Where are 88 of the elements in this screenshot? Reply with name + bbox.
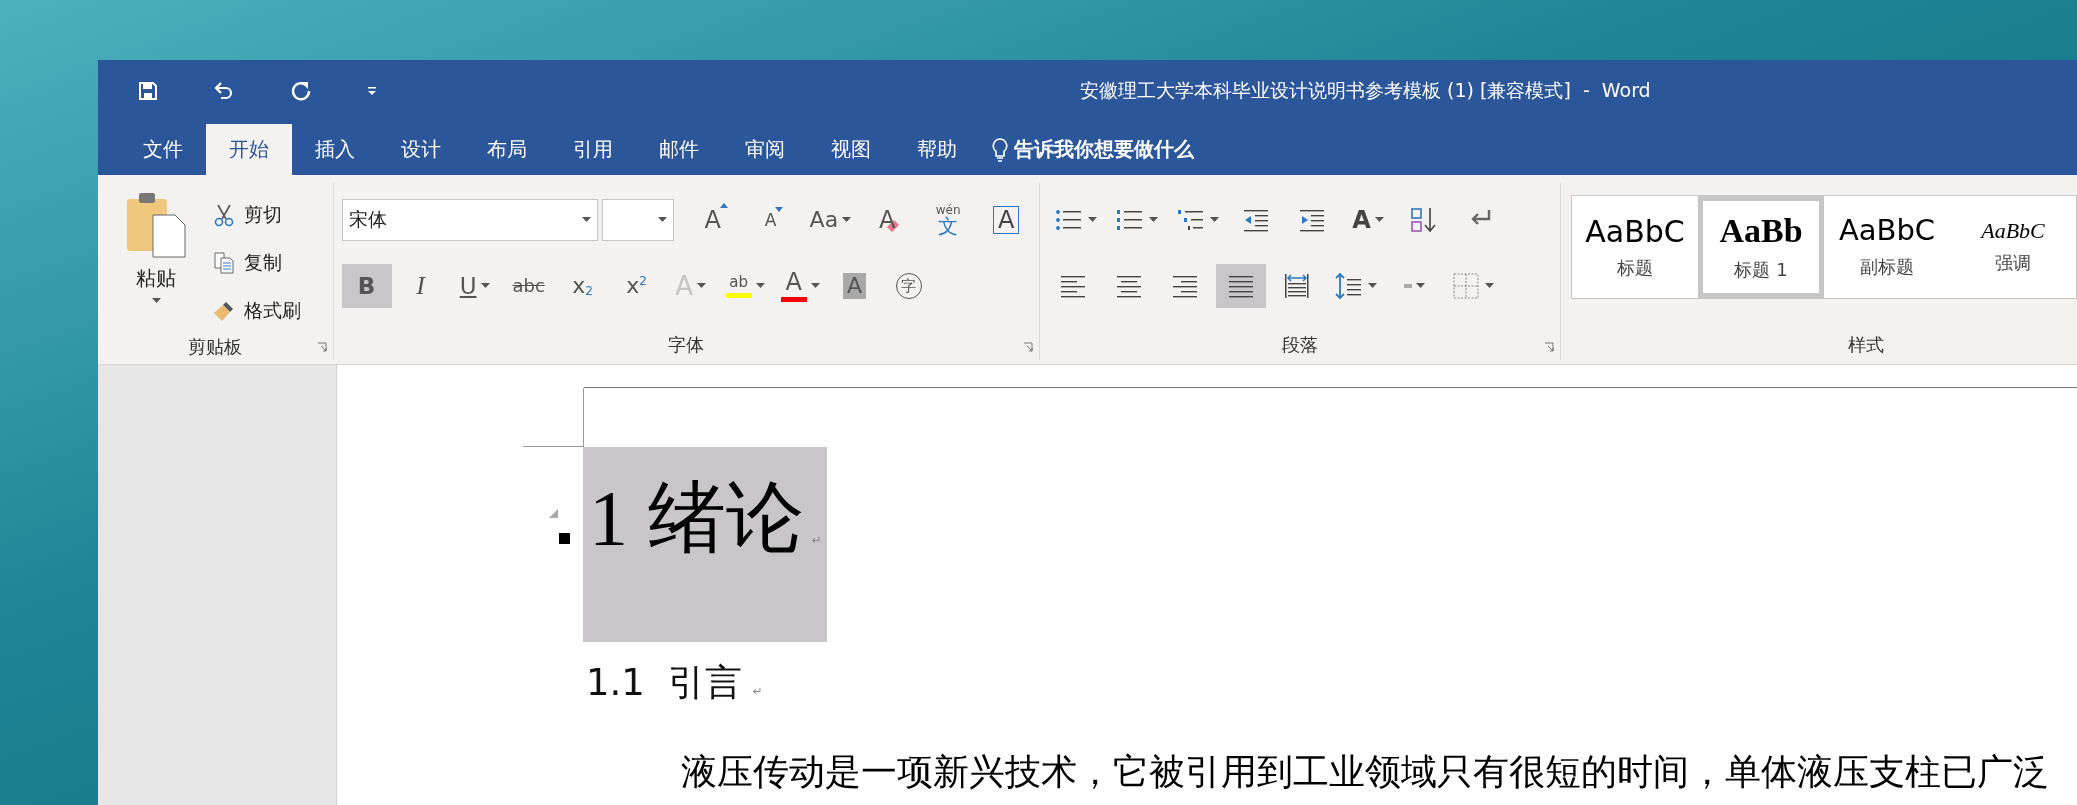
paragraph-mark: ↵	[811, 533, 822, 547]
borders-icon	[1451, 271, 1482, 301]
shrink-button[interactable]: A	[745, 198, 796, 242]
copy-icon	[212, 251, 236, 275]
bold-button[interactable]: B	[341, 264, 392, 308]
group-label: 段落	[1281, 333, 1320, 357]
caret-icon	[1210, 217, 1220, 223]
caret-icon	[1485, 283, 1495, 289]
style-option[interactable]: AaBbC 强调	[1950, 196, 2076, 298]
ribbon-tab[interactable]: 开始	[206, 124, 292, 175]
group-label: 字体	[667, 333, 706, 357]
style-name: 副标题	[1860, 254, 1914, 279]
caret-icon	[581, 217, 591, 223]
clipboard-icon	[125, 191, 187, 259]
style-option[interactable]: AaBbC 副标题	[1824, 196, 1950, 298]
heading-text: 1 绪论	[589, 475, 804, 561]
paragraph-mark: ↵	[752, 684, 763, 698]
font-color-button[interactable]: A	[774, 264, 826, 308]
paste-button[interactable]: 粘贴	[116, 187, 196, 333]
dialog-launcher-icon[interactable]	[1544, 342, 1554, 352]
caret-icon	[1088, 217, 1098, 223]
subscript-button[interactable]: x2	[557, 264, 608, 308]
style-preview: AaBbC	[1981, 218, 2045, 244]
cut-button[interactable]: 剪切	[206, 193, 307, 237]
case-button[interactable]: Aa	[803, 198, 858, 242]
subheading-text: 1.1 引言	[586, 660, 743, 706]
justify-button[interactable]	[1216, 264, 1267, 308]
list-marker-icon	[559, 533, 570, 544]
ribbon-tab[interactable]: 设计	[378, 124, 464, 175]
redo-icon[interactable]	[290, 80, 312, 102]
triangle-down-icon	[775, 206, 784, 212]
phonetic-button[interactable]: wén 文	[923, 198, 974, 242]
caret-icon	[842, 217, 852, 223]
font-name-field[interactable]: 宋体	[341, 199, 598, 241]
caret-icon	[755, 283, 765, 289]
copy-button[interactable]: 复制	[206, 241, 307, 285]
window-title: 安徽理工大学本科毕业设计说明书参考模板 (1) [兼容模式] - Word	[1080, 78, 1651, 103]
style-preview: AaBbC	[1838, 215, 1936, 247]
caret-icon	[697, 283, 706, 289]
caret-icon	[151, 298, 161, 304]
caret-icon	[810, 283, 820, 289]
save-icon[interactable]	[138, 81, 158, 101]
body-paragraph: 液压传动是一项新兴技术，它被引用到工业领域只有很短的时间，单体液压支柱已广泛	[681, 751, 2050, 794]
triangle-up-icon	[719, 203, 728, 208]
caret-icon	[1374, 217, 1384, 223]
ribbon-tab[interactable]: 帮助	[894, 124, 980, 175]
strike-button[interactable]: abc	[503, 264, 554, 308]
paintbrush-icon	[212, 299, 236, 323]
dialog-launcher-icon[interactable]	[316, 342, 327, 352]
italic-button[interactable]: I	[395, 264, 446, 308]
dialog-launcher-icon[interactable]	[1023, 342, 1034, 352]
style-name: 标题 1	[1734, 257, 1788, 282]
style-preview: AaBbC	[1585, 214, 1685, 248]
ribbon-tab[interactable]: 视图	[808, 124, 894, 175]
group-label: 剪贴板	[187, 334, 244, 359]
ribbon-tab[interactable]: 插入	[292, 124, 378, 175]
caret-icon	[1149, 217, 1159, 223]
grow-button[interactable]: A	[687, 198, 738, 242]
style-option[interactable]: AaBbC 标题	[1572, 196, 1698, 298]
style-name: 标题	[1617, 255, 1653, 280]
caret-icon	[1368, 283, 1378, 289]
enclose-button[interactable]: 字	[883, 264, 934, 308]
ribbon-tab[interactable]: 审阅	[722, 124, 808, 175]
margin-corner-mark	[523, 388, 584, 447]
undo-icon[interactable]	[213, 81, 235, 101]
style-option[interactable]: AaBb 标题 1	[1698, 196, 1824, 298]
style-preview: AaBb	[1719, 212, 1803, 250]
font-size-field[interactable]	[601, 199, 674, 241]
ribbon-tab[interactable]: 布局	[464, 124, 550, 175]
border-button[interactable]: A	[981, 198, 1032, 242]
ribbon-tab[interactable]: 引用	[550, 124, 636, 175]
caret-icon	[1415, 283, 1425, 289]
format-painter-button[interactable]: 格式刷	[206, 289, 307, 333]
underline-button[interactable]: U	[449, 264, 500, 308]
highlight-button[interactable]: ab	[719, 264, 771, 308]
triangle-icon	[549, 509, 558, 518]
text-direction-button[interactable]: A	[1343, 198, 1394, 242]
clear-button[interactable]: A	[865, 198, 916, 242]
caret-icon	[657, 217, 667, 223]
scissors-icon	[212, 203, 236, 227]
group-label: 样式	[1847, 333, 1885, 357]
caret-icon	[480, 283, 490, 289]
style-name: 强调	[1995, 251, 2031, 276]
lightbulb-icon	[992, 137, 1008, 162]
ribbon-tab[interactable]: 文件	[120, 124, 206, 175]
customize-caret-icon[interactable]	[367, 86, 377, 96]
tell-me-search[interactable]: 告诉我你想要做什么	[1014, 136, 1194, 163]
ribbon-tab[interactable]: 邮件	[636, 124, 722, 175]
